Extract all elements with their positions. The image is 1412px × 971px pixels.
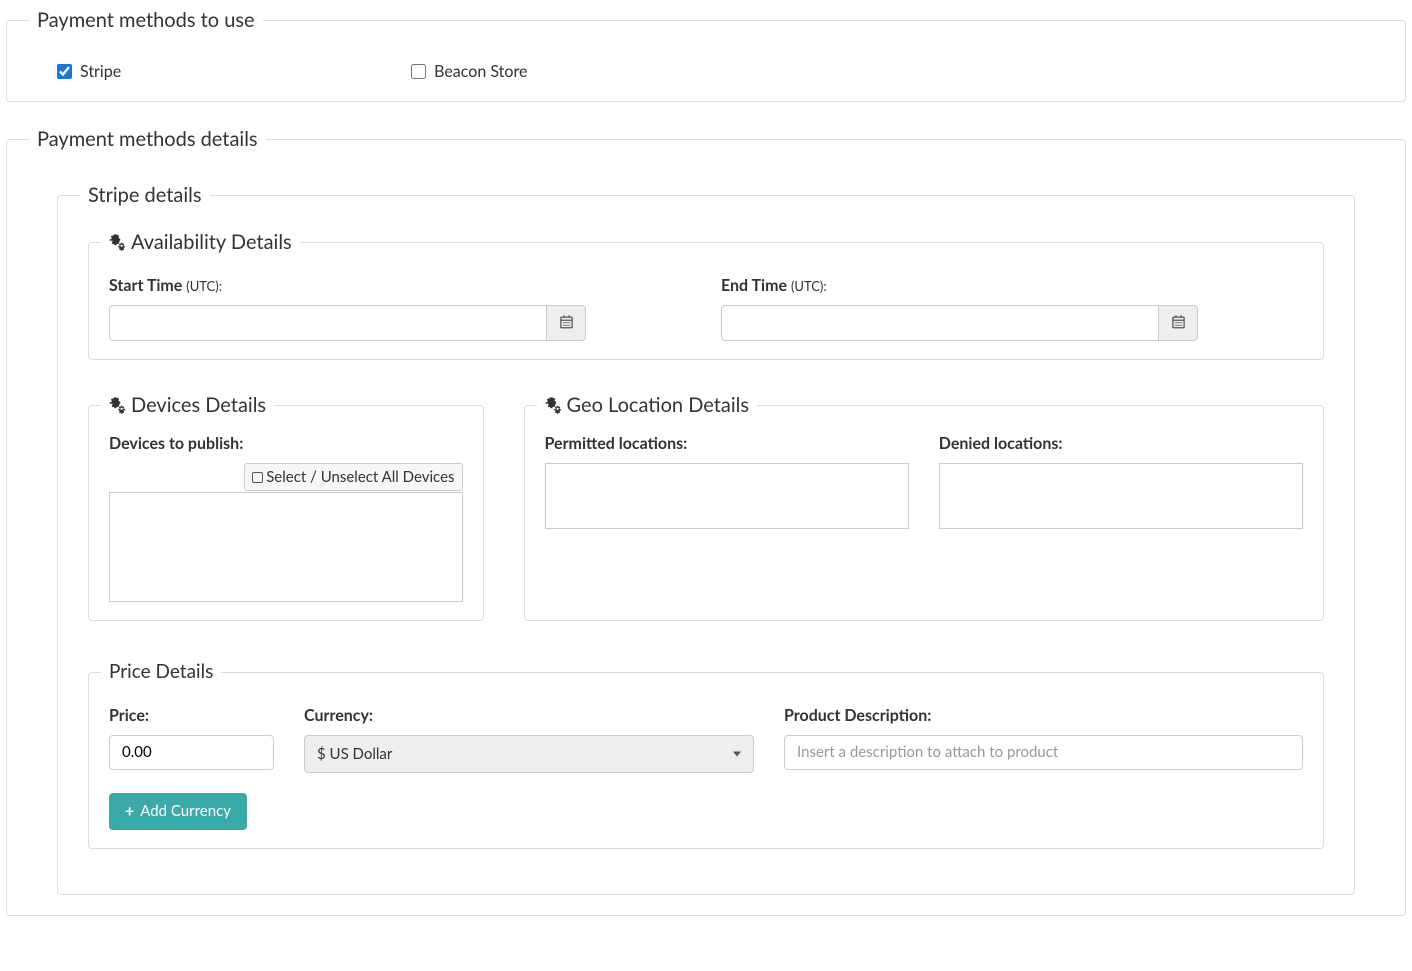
price-details-legend: Price Details — [101, 661, 221, 684]
gears-icon — [109, 230, 127, 254]
end-time-calendar-button[interactable] — [1158, 305, 1198, 341]
stripe-details-legend: Stripe details — [80, 183, 210, 207]
stripe-checkbox-text: Stripe — [80, 62, 121, 81]
stripe-checkbox[interactable] — [57, 64, 72, 79]
caret-down-icon — [733, 751, 741, 756]
gears-icon — [109, 393, 127, 417]
currency-selected-value: $ US Dollar — [317, 745, 392, 763]
start-time-calendar-button[interactable] — [546, 305, 586, 341]
permitted-locations-listbox[interactable] — [545, 463, 909, 529]
currency-select[interactable]: $ US Dollar — [304, 735, 754, 773]
denied-locations-label: Denied locations: — [939, 434, 1303, 453]
availability-details-legend: Availability Details — [101, 230, 300, 254]
calendar-icon — [1171, 314, 1186, 333]
add-currency-button[interactable]: + Add Currency — [109, 793, 247, 830]
availability-details-fieldset: Availability Details Start Time (UTC): — [88, 230, 1324, 360]
devices-publish-label: Devices to publish: — [109, 434, 463, 453]
geo-location-details-legend: Geo Location Details — [537, 393, 758, 417]
geo-location-details-fieldset: Geo Location Details Permitted locations… — [524, 393, 1324, 621]
checkbox-empty-icon — [252, 472, 263, 483]
payment-methods-to-use-legend: Payment methods to use — [29, 8, 263, 32]
gears-icon — [545, 393, 563, 417]
devices-details-legend: Devices Details — [101, 393, 274, 417]
stripe-details-fieldset: Stripe details Availability Details Star… — [57, 183, 1355, 895]
start-time-input[interactable] — [109, 305, 546, 341]
select-all-devices-button[interactable]: Select / Unselect All Devices — [244, 463, 462, 491]
product-description-input[interactable] — [784, 735, 1303, 770]
stripe-checkbox-label[interactable]: Stripe — [57, 62, 121, 81]
beacon-checkbox-label[interactable]: Beacon Store — [411, 62, 527, 81]
calendar-icon — [559, 314, 574, 333]
payment-methods-to-use-fieldset: Payment methods to use Stripe Beacon Sto… — [6, 8, 1406, 102]
start-time-label: Start Time (UTC): — [109, 276, 691, 295]
denied-locations-listbox[interactable] — [939, 463, 1303, 529]
product-description-label: Product Description: — [784, 706, 1303, 725]
payment-methods-details-fieldset: Payment methods details Stripe details A… — [6, 127, 1406, 916]
price-details-fieldset: Price Details Price: Currency: $ US Doll… — [88, 661, 1324, 849]
devices-listbox[interactable] — [109, 492, 463, 602]
end-time-input[interactable] — [721, 305, 1158, 341]
end-time-label: End Time (UTC): — [721, 276, 1303, 295]
price-input[interactable] — [109, 735, 274, 770]
currency-label: Currency: — [304, 706, 754, 725]
price-label: Price: — [109, 706, 274, 725]
permitted-locations-label: Permitted locations: — [545, 434, 909, 453]
beacon-checkbox[interactable] — [411, 64, 426, 79]
devices-details-fieldset: Devices Details Devices to publish: Sele… — [88, 393, 484, 621]
payment-methods-details-legend: Payment methods details — [29, 127, 266, 151]
plus-icon: + — [125, 802, 134, 821]
beacon-checkbox-text: Beacon Store — [434, 62, 527, 81]
